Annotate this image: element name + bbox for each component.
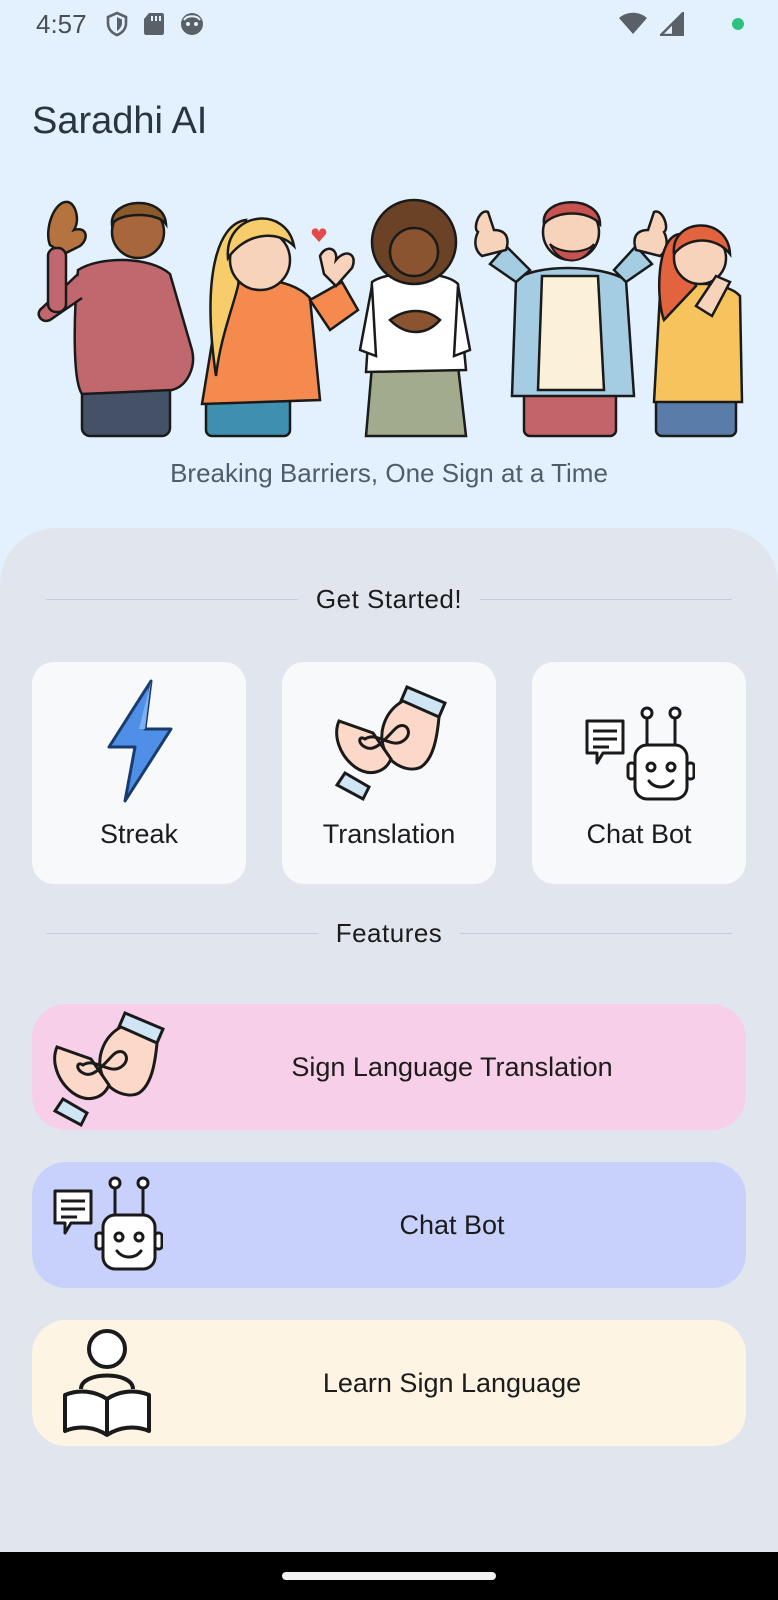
divider xyxy=(46,933,318,934)
sign-language-translation-label: Sign Language Translation xyxy=(291,1051,613,1082)
streak-card[interactable]: Streak xyxy=(32,662,246,884)
chat-bot-feature-label: Chat Bot xyxy=(399,1209,505,1240)
lightning-icon xyxy=(107,679,173,803)
reader-book-icon xyxy=(63,1329,151,1437)
person-orange-top xyxy=(200,217,360,438)
home-handle[interactable] xyxy=(282,1572,496,1580)
navigation-bar xyxy=(0,1552,778,1600)
tagline: Breaking Barriers, One Sign at a Time xyxy=(170,458,608,488)
hero-illustration xyxy=(37,198,744,438)
person-white-shirt xyxy=(358,198,472,438)
translation-label: Translation xyxy=(322,819,456,849)
person-red-sweater xyxy=(37,200,195,438)
shield-icon xyxy=(106,11,127,37)
person-thumbs-up xyxy=(474,201,668,438)
robot-icon xyxy=(53,1176,163,1271)
features-header: Features xyxy=(46,918,733,949)
learn-sign-language-button[interactable]: Learn Sign Language xyxy=(32,1320,746,1446)
app-title: Saradhi AI xyxy=(32,100,208,142)
chat-bot-label: Chat Bot xyxy=(586,819,692,849)
sign-hands-icon xyxy=(52,1011,165,1128)
status-dot xyxy=(732,18,744,30)
streak-label: Streak xyxy=(99,819,179,849)
sign-language-translation-button[interactable]: Sign Language Translation xyxy=(32,1004,746,1130)
wifi-icon xyxy=(619,12,647,34)
feature-icon-wrap xyxy=(32,1004,182,1130)
divider xyxy=(46,599,298,600)
status-time: 4:57 xyxy=(36,8,87,39)
sign-hands-icon xyxy=(334,685,447,802)
get-started-title: Get Started! xyxy=(315,584,463,614)
divider xyxy=(460,933,733,934)
face-icon xyxy=(180,13,203,35)
translation-card[interactable]: Translation xyxy=(282,662,496,884)
feature-icon-wrap xyxy=(32,1162,182,1288)
person-yellow-sweater xyxy=(652,224,744,438)
get-started-cards: Streak Translation Chat Bot xyxy=(32,662,746,884)
robot-icon xyxy=(585,706,695,801)
feature-icon-wrap xyxy=(32,1320,182,1446)
chat-bot-button[interactable]: Chat Bot xyxy=(32,1162,746,1288)
main-panel: Get Started! Streak Translation Chat Bot… xyxy=(0,528,778,1552)
sd-card-icon xyxy=(143,13,164,35)
learn-sign-language-label: Learn Sign Language xyxy=(322,1367,582,1398)
divider xyxy=(480,599,732,600)
signal-icon xyxy=(660,12,684,36)
features-title: Features xyxy=(335,918,443,948)
chat-bot-card[interactable]: Chat Bot xyxy=(532,662,746,884)
get-started-header: Get Started! xyxy=(46,584,732,615)
status-bar: 4:57 xyxy=(0,0,778,48)
